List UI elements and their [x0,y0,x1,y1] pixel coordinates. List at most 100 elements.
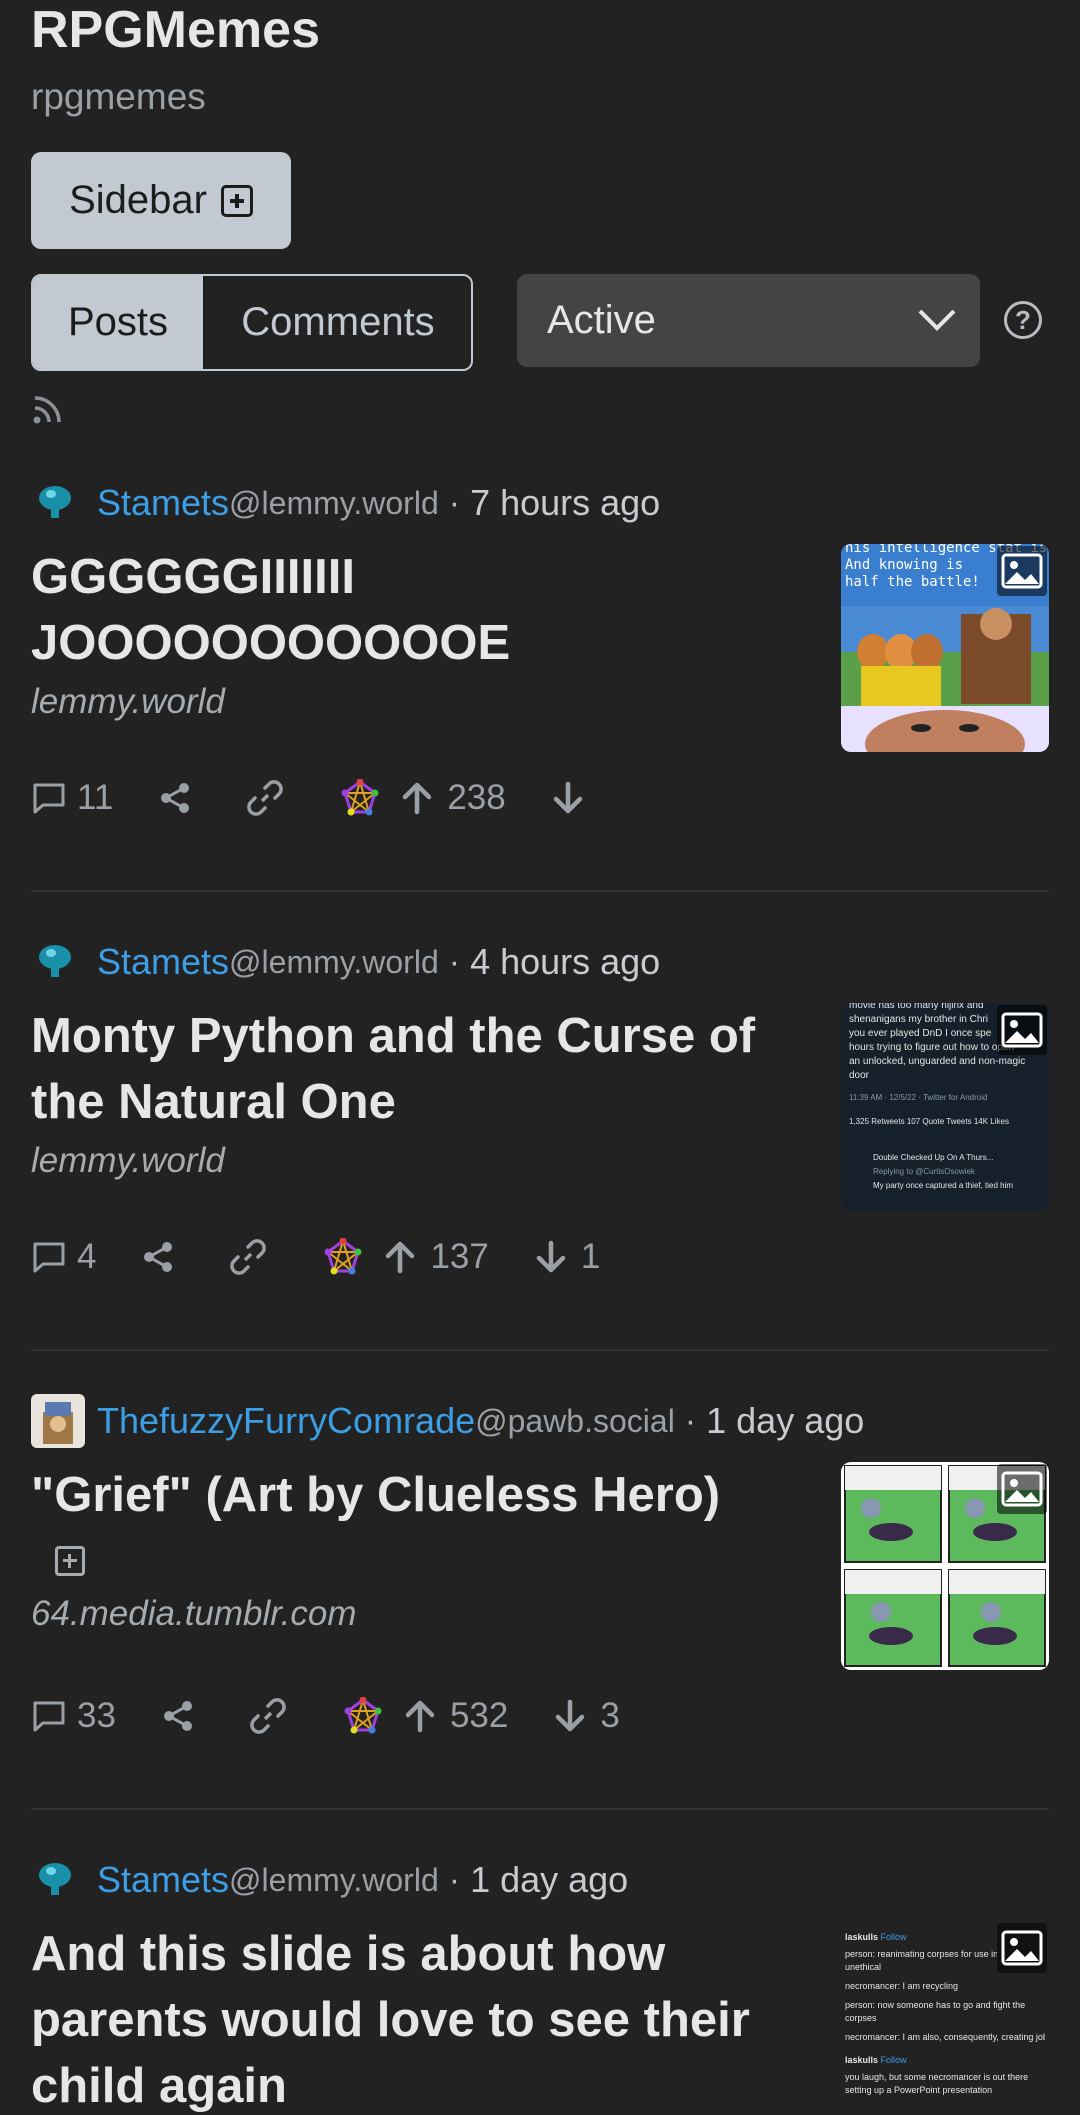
post-domain[interactable]: lemmy.world [31,1141,225,1181]
tweet-text-line: 1,325 Retweets 107 Quote Tweets 14K Like… [849,1117,1009,1126]
share-button[interactable] [140,1239,176,1275]
arrow-up-icon [405,1700,435,1733]
image-icon [997,1005,1047,1055]
post-author[interactable]: Stamets [97,941,229,983]
post-title[interactable]: "Grief" (Art by Clueless Hero) [31,1462,811,1528]
post-domain[interactable]: 64.media.tumblr.com [31,1594,357,1634]
post-title-line: child again [31,2059,287,2113]
comment-icon [33,1701,65,1732]
tumblr-text-line: corpses [845,2013,877,2023]
tumblr-username: laskulls [845,2055,879,2065]
question-circle-icon[interactable]: ? [1004,301,1042,339]
downvote-button[interactable]: 3 [552,1696,620,1736]
post-time: 1 day ago [470,1859,629,1900]
post-thumbnail[interactable]: movie has too many hijinx and shenanigan… [841,1003,1049,1211]
post-author-instance: @lemmy.world [229,484,439,521]
image-icon [997,546,1047,596]
link-button[interactable] [245,778,285,818]
post-title[interactable]: Monty Python and the Curse of the Natura… [31,1003,811,1135]
post-thumbnail[interactable]: laskulls Follow person: reanimating corp… [841,1921,1049,2115]
post-title[interactable]: And this slide is about how parents woul… [31,1921,811,2115]
link-icon [250,1698,286,1734]
post-divider [31,1349,1049,1351]
post-actions: 4 137 1 [31,1229,600,1285]
share-button[interactable] [157,780,193,816]
post-actions: 33 532 3 [31,1688,620,1744]
tumblr-text-line: necromancer: I am recycling [845,1981,959,1991]
post-thumbnail[interactable]: his intelligence stat is s And knowing i… [841,544,1049,752]
sort-select[interactable]: Active [517,274,980,367]
arrow-down-icon [536,1240,566,1273]
fediverse-icon [344,1697,382,1734]
share-icon [144,1242,173,1272]
post-thumbnail[interactable] [841,1462,1049,1670]
sidebar-button[interactable]: Sidebar [31,152,291,249]
share-button[interactable] [160,1698,196,1734]
avatar[interactable] [31,1853,85,1907]
post-author-instance: @lemmy.world [229,943,439,980]
tab-posts[interactable]: Posts [33,276,203,369]
fediverse-link[interactable] [341,779,379,817]
avatar[interactable] [31,1394,85,1448]
avatar[interactable] [31,935,85,989]
link-icon [230,1239,267,1275]
post-meta: ThefuzzyFurryComrade @pawb.social · 1 da… [31,1394,864,1448]
comments-button[interactable]: 33 [31,1696,116,1736]
upvote-button[interactable]: 532 [402,1696,508,1736]
post-title-line: GGGGGGIIIIIII [31,550,355,604]
tab-comments[interactable]: Comments [203,276,471,369]
plus-square-icon[interactable] [55,1546,85,1576]
tumblr-follow: Follow [880,2055,907,2065]
post-author[interactable]: ThefuzzyFurryComrade [97,1400,475,1442]
upvote-button[interactable]: 137 [382,1237,489,1277]
fediverse-link[interactable] [344,1697,382,1735]
link-button[interactable] [248,1696,288,1736]
separator-dot: · [684,1401,697,1440]
tweet-text-line: door [849,1070,870,1081]
separator-dot: · [448,483,461,522]
fediverse-icon [324,1238,362,1275]
post-meta: Stamets @lemmy.world · 1 day ago [31,1853,628,1907]
upvote-count: 238 [447,778,506,817]
arrow-up-icon [403,782,432,815]
post-domain[interactable]: lemmy.world [31,682,225,722]
post-title-line: And this slide is about how [31,1927,666,1981]
sort-selected-value: Active [547,298,656,342]
post-card: ThefuzzyFurryComrade @pawb.social · 1 da… [31,1394,1049,1814]
post-author[interactable]: Stamets [97,482,229,524]
post-title-line: the Natural One [31,1075,396,1129]
comment-icon [33,1242,65,1273]
tumblr-text-line: person: now someone has to go and fight … [845,2000,1026,2010]
upvote-count: 137 [430,1237,489,1276]
post-meta: Stamets @lemmy.world · 7 hours ago [31,476,660,530]
post-title-line: Monty Python and the Curse of [31,1009,756,1063]
rss-icon[interactable] [31,392,65,426]
separator-dot: · [448,942,461,981]
downvote-count: 3 [600,1696,620,1735]
post-title[interactable]: GGGGGGIIIIIII JOOOOOOOOOOOE [31,544,811,676]
post-author[interactable]: Stamets [97,1859,229,1901]
downvote-count: 1 [580,1237,601,1276]
downvote-button[interactable] [550,780,586,816]
upvote-button[interactable]: 238 [399,778,506,818]
avatar[interactable] [31,476,85,530]
comments-button[interactable]: 11 [31,778,113,818]
upvote-count: 532 [449,1696,509,1735]
post-actions: 11 238 [31,770,586,826]
community-title: RPGMemes [31,1,320,59]
image-icon [997,1923,1047,1973]
share-icon [163,1701,192,1731]
share-icon [161,783,190,813]
post-title-line: parents would love to see their [31,1993,750,2047]
comment-count: 33 [77,1696,116,1735]
comment-count: 11 [77,778,114,817]
link-button[interactable] [228,1237,268,1277]
post-card: Stamets @lemmy.world · 7 hours ago GGGGG… [31,476,1049,896]
post-time: 7 hours ago [470,482,661,523]
community-page: RPGMemes rpgmemes Sidebar Posts Comments… [0,0,1080,2115]
downvote-button[interactable]: 1 [533,1237,600,1277]
fediverse-link[interactable] [324,1238,362,1276]
arrow-down-icon [553,781,582,814]
image-icon [997,1464,1047,1514]
comments-button[interactable]: 4 [31,1237,96,1277]
